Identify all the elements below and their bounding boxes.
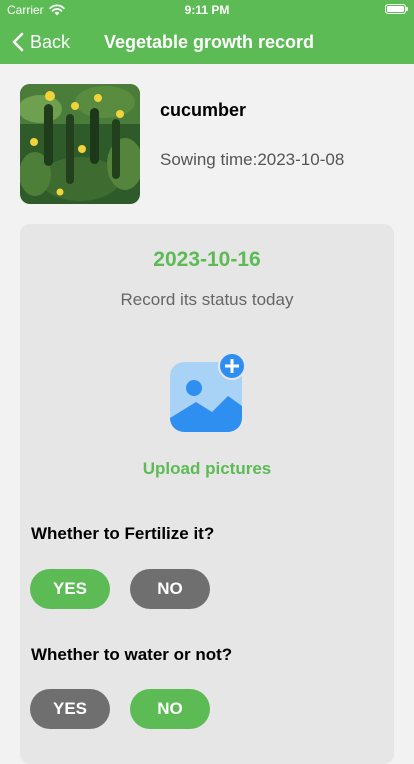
sowing-time: Sowing time:2023-10-08 (160, 150, 345, 169)
plant-photo (20, 84, 140, 204)
image-add-icon (170, 352, 246, 432)
page-title: Vegetable growth record (104, 32, 315, 52)
fertilize-question: Whether to Fertilize it? (31, 524, 215, 543)
record-panel: 2023-10-16 Record its status today Uploa… (20, 224, 394, 764)
status-time: 9:11 PM (184, 3, 230, 17)
status-bar: Carrier 9:11 PM (0, 0, 414, 20)
chevron-left-icon (12, 32, 24, 52)
water-yes-button[interactable]: YES (30, 689, 110, 729)
back-label: Back (30, 31, 71, 52)
navigation-bar: Back Vegetable growth record (0, 20, 414, 64)
upload-picture-button[interactable] (168, 352, 248, 434)
plant-info-card: cucumber Sowing time:2023-10-08 (20, 84, 394, 204)
upload-label[interactable]: Upload pictures (20, 459, 394, 479)
water-question: Whether to water or not? (31, 645, 233, 664)
fertilize-yes-button[interactable]: YES (30, 569, 110, 609)
record-date: 2023-10-16 (153, 248, 261, 271)
back-button[interactable]: Back (12, 20, 70, 64)
battery-icon (385, 4, 408, 14)
record-hint: Record its status today (120, 290, 294, 309)
fertilize-no-button[interactable]: NO (130, 569, 210, 609)
plant-name: cucumber (160, 100, 247, 120)
water-no-button[interactable]: NO (130, 689, 210, 729)
